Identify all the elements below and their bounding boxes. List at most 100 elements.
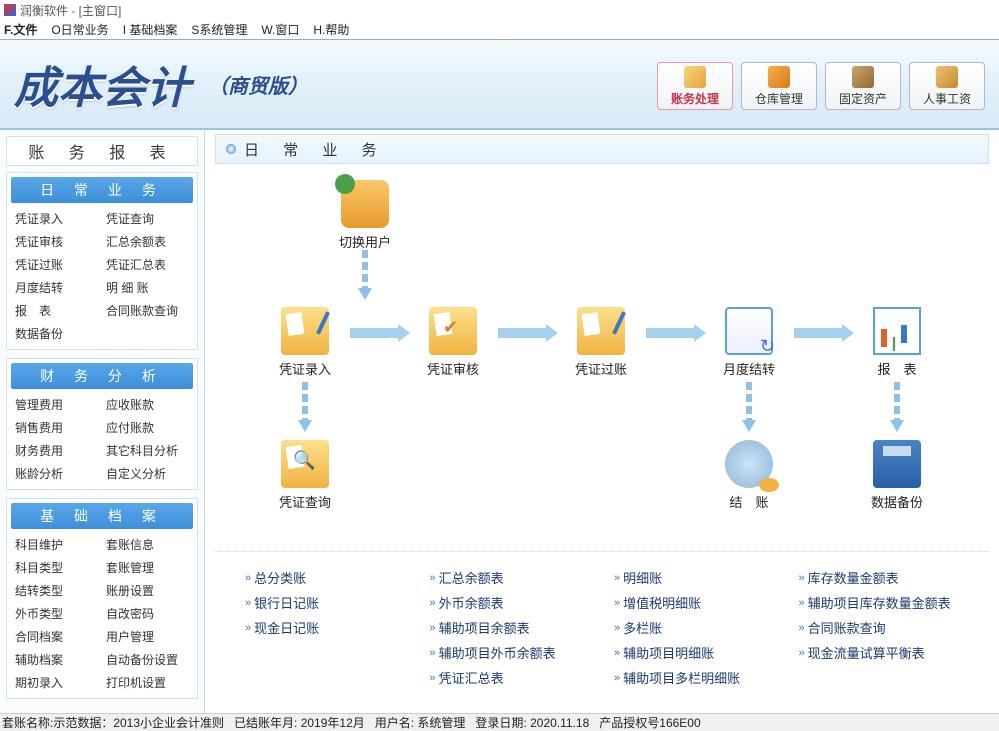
flow-switch-user[interactable]: 切换用户: [325, 180, 405, 251]
sidebar-item[interactable]: 汇总余额表: [102, 230, 193, 253]
sidebar-group-archive: 基 础 档 案 科目维护 套账信息 科目类型 套账管理 结转类型 账册设置 外币…: [6, 498, 198, 699]
module-accounting[interactable]: 账务处理: [657, 62, 733, 110]
users-icon: [341, 180, 389, 228]
link-label: 凭证汇总表: [439, 668, 504, 687]
content: 日 常 业 务 切换用户 凭证录入 凭证审核: [205, 130, 999, 713]
sidebar-item[interactable]: 科目类型: [11, 556, 102, 579]
sidebar-item[interactable]: 明 细 账: [102, 276, 193, 299]
group-head: 日 常 业 务: [11, 177, 193, 203]
sidebar-item[interactable]: 打印机设置: [102, 671, 193, 694]
sidebar-item[interactable]: 外币类型: [11, 602, 102, 625]
report-link[interactable]: »多栏账: [614, 618, 775, 637]
report-link[interactable]: »明细账: [614, 568, 775, 587]
link-label: 辅助项目多栏明细账: [623, 668, 740, 687]
sidebar-item[interactable]: 其它科目分析: [102, 439, 193, 462]
sidebar-item[interactable]: 数据备份: [11, 322, 193, 345]
link-label: 辅助项目明细账: [623, 643, 714, 662]
sidebar-item[interactable]: 财务费用: [11, 439, 102, 462]
module-label: 账务处理: [671, 90, 719, 107]
sidebar-item[interactable]: 合同账款查询: [102, 299, 193, 322]
sidebar-item[interactable]: 科目维护: [11, 533, 102, 556]
chevrons-icon: »: [430, 622, 433, 634]
arrow-right-icon: [794, 324, 854, 342]
module-asset[interactable]: 固定资产: [825, 62, 901, 110]
flow-entry[interactable]: 凭证录入: [265, 307, 345, 378]
hr-icon: [936, 66, 958, 88]
disk-icon: [873, 440, 921, 488]
report-link[interactable]: »汇总余额表: [430, 568, 591, 587]
sidebar-item[interactable]: 账册设置: [102, 579, 193, 602]
arrow-down-icon: [742, 382, 756, 432]
sidebar-item[interactable]: 自改密码: [102, 602, 193, 625]
report-link[interactable]: »凭证汇总表: [430, 668, 591, 687]
flow-backup[interactable]: 数据备份: [857, 440, 937, 511]
menu-system[interactable]: S系统管理: [191, 21, 247, 38]
report-link[interactable]: »辅助项目多栏明细账: [614, 668, 775, 687]
link-label: 汇总余额表: [439, 568, 504, 587]
chevrons-icon: »: [245, 597, 248, 609]
sidebar-item[interactable]: 销售费用: [11, 416, 102, 439]
sidebar-item[interactable]: 凭证审核: [11, 230, 102, 253]
sidebar-item[interactable]: 凭证录入: [11, 207, 102, 230]
link-label: 增值税明细账: [623, 593, 701, 612]
sidebar-item[interactable]: 自动备份设置: [102, 648, 193, 671]
report-link[interactable]: »银行日记账: [245, 593, 406, 612]
arrow-down-icon: [890, 382, 904, 432]
banner-title: 成本会计: [14, 52, 190, 116]
report-link[interactable]: »增值税明细账: [614, 593, 775, 612]
sidebar-item[interactable]: 套账信息: [102, 533, 193, 556]
arrow-right-icon: [350, 324, 410, 342]
report-link[interactable]: »现金日记账: [245, 618, 406, 637]
report-link[interactable]: »辅助项目库存数量金额表: [799, 593, 960, 612]
flow-label: 凭证录入: [265, 359, 345, 378]
status-login: 登录日期: 2020.11.18: [475, 714, 589, 731]
menu-file[interactable]: F.文件: [4, 21, 37, 38]
sidebar-item[interactable]: 合同档案: [11, 625, 102, 648]
report-link[interactable]: »库存数量金额表: [799, 568, 960, 587]
report-link[interactable]: »现金流量试算平衡表: [799, 643, 960, 662]
sidebar-item[interactable]: 套账管理: [102, 556, 193, 579]
sidebar-item[interactable]: 期初录入: [11, 671, 102, 694]
menu-daily[interactable]: O日常业务: [51, 21, 108, 38]
flow-post[interactable]: 凭证过账: [561, 307, 641, 378]
flow-label: 凭证审核: [413, 359, 493, 378]
sidebar-item[interactable]: 应收账款: [102, 393, 193, 416]
sidebar-item[interactable]: 报 表: [11, 299, 102, 322]
arrow-down-icon: [358, 250, 372, 300]
report-link[interactable]: »外币余额表: [430, 593, 591, 612]
report-link[interactable]: »辅助项目明细账: [614, 643, 775, 662]
sidebar-item[interactable]: 辅助档案: [11, 648, 102, 671]
flow-report[interactable]: 报 表: [857, 307, 937, 378]
arrow-right-icon: [646, 324, 706, 342]
chevrons-icon: »: [245, 572, 248, 584]
flow-query[interactable]: 凭证查询: [265, 440, 345, 511]
menu-archive[interactable]: I 基础档案: [123, 21, 178, 38]
flow-audit[interactable]: 凭证审核: [413, 307, 493, 378]
module-label: 固定资产: [839, 90, 887, 107]
report-link[interactable]: »辅助项目外币余额表: [430, 643, 591, 662]
sidebar-item[interactable]: 凭证汇总表: [102, 253, 193, 276]
sidebar-item[interactable]: 自定义分析: [102, 462, 193, 485]
main-area: 账 务 报 表 日 常 业 务 凭证录入 凭证查询 凭证审核 汇总余额表 凭证过…: [0, 130, 999, 713]
sidebar-item[interactable]: 凭证查询: [102, 207, 193, 230]
flow-label: 月度结转: [709, 359, 789, 378]
sidebar-item[interactable]: 月度结转: [11, 276, 102, 299]
sidebar-item[interactable]: 应付账款: [102, 416, 193, 439]
sidebar-item[interactable]: 凭证过账: [11, 253, 102, 276]
module-hr[interactable]: 人事工资: [909, 62, 985, 110]
flow-month[interactable]: 月度结转: [709, 307, 789, 378]
asset-icon: [852, 66, 874, 88]
menu-window[interactable]: W.窗口: [261, 21, 299, 38]
report-link[interactable]: »合同账款查询: [799, 618, 960, 637]
report-link[interactable]: »辅助项目余额表: [430, 618, 591, 637]
module-warehouse[interactable]: 仓库管理: [741, 62, 817, 110]
banner: 成本会计 （商贸版） 账务处理 仓库管理 固定资产 人事工资: [0, 40, 999, 130]
link-label: 合同账款查询: [808, 618, 886, 637]
sidebar-item[interactable]: 账龄分析: [11, 462, 102, 485]
sidebar-item[interactable]: 结转类型: [11, 579, 102, 602]
sidebar-item[interactable]: 管理费用: [11, 393, 102, 416]
report-link[interactable]: »总分类账: [245, 568, 406, 587]
flow-close[interactable]: 结 账: [709, 440, 789, 511]
sidebar-item[interactable]: 用户管理: [102, 625, 193, 648]
menu-help[interactable]: H.帮助: [313, 21, 349, 38]
